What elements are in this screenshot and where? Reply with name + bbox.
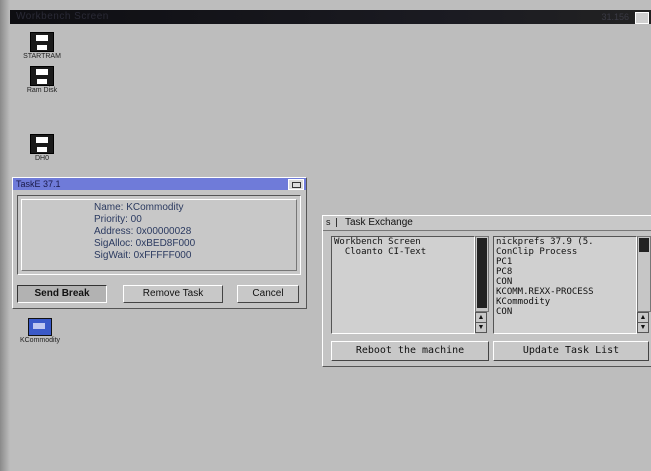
tasks-scrollbar[interactable] <box>637 236 651 312</box>
list-item[interactable]: PC1 <box>494 257 636 267</box>
send-break-button[interactable]: Send Break <box>17 285 107 303</box>
depth-gadget-icon[interactable] <box>288 179 304 190</box>
icon-label: Ram Disk <box>26 87 58 94</box>
close-gadget-icon[interactable]: s <box>326 218 337 227</box>
icon-dh0[interactable]: DH0 <box>12 134 72 162</box>
icon-label: DH0 <box>34 155 49 162</box>
taske-window: TaskE 37.1 Name: KCommodity Priority: 00… <box>12 177 307 309</box>
scroll-down-icon[interactable]: ▼ <box>637 322 649 333</box>
list-item[interactable]: CON <box>494 307 636 317</box>
task-exchange-window: s Task Exchange Workbench Screen Cloanto… <box>322 215 651 367</box>
list-item[interactable]: ConClip Process <box>494 247 636 257</box>
taske-title-bar[interactable]: TaskE 37.1 <box>13 178 306 190</box>
cancel-button[interactable]: Cancel <box>237 285 299 303</box>
depth-gadget-icon[interactable] <box>635 12 649 24</box>
list-item[interactable]: Workbench Screen <box>332 237 474 247</box>
floppy-disk-icon <box>30 66 54 86</box>
floppy-disk-icon <box>30 32 54 52</box>
scroll-knob[interactable] <box>477 238 487 308</box>
list-item[interactable]: CON <box>494 277 636 287</box>
task-address: Address: 0x00000028 <box>94 226 192 237</box>
icon-label: STARTRAM <box>23 53 61 60</box>
screens-list[interactable]: Workbench Screen Cloanto CI-Text <box>331 236 475 334</box>
task-info-panel: Name: KCommodity Priority: 00 Address: 0… <box>17 195 301 275</box>
list-item[interactable]: Cloanto CI-Text <box>332 247 474 257</box>
screen-title: Workbench Screen <box>16 11 109 22</box>
taske-title: TaskE 37.1 <box>16 179 61 189</box>
task-priority: Priority: 00 <box>94 214 142 225</box>
icon-label: KCommodity <box>19 337 61 344</box>
list-item[interactable]: KCommodity <box>494 297 636 307</box>
list-item[interactable]: KCOMM.REXX-PROCESS <box>494 287 636 297</box>
screen-edge-shadow <box>0 0 10 471</box>
screen-title-bar[interactable]: Workbench Screen 31.156 <box>10 10 651 24</box>
remove-task-button[interactable]: Remove Task <box>123 285 223 303</box>
list-item[interactable]: nickprefs 37.9 (5. <box>494 237 636 247</box>
reboot-button[interactable]: Reboot the machine <box>331 341 489 361</box>
task-sigalloc: SigAlloc: 0xBED8F000 <box>94 238 196 249</box>
task-exchange-title: Task Exchange <box>345 217 413 228</box>
update-task-list-button[interactable]: Update Task List <box>493 341 649 361</box>
icon-kcommodity[interactable]: KCommodity <box>10 318 70 344</box>
kcommodity-icon <box>28 318 52 336</box>
workbench-screen: Workbench Screen 31.156 STARTRAM Ram Dis… <box>0 0 651 471</box>
icon-startram[interactable]: STARTRAM <box>12 32 72 60</box>
icon-ramdisk[interactable]: Ram Disk <box>12 66 72 94</box>
task-sigwait: SigWait: 0xFFFFF000 <box>94 250 192 261</box>
task-name: Name: KCommodity <box>94 202 184 213</box>
floppy-disk-icon <box>30 134 54 154</box>
screen-version: 31.156 <box>601 12 629 22</box>
task-exchange-title-bar[interactable]: s Task Exchange <box>323 216 651 231</box>
scroll-down-icon[interactable]: ▼ <box>475 322 487 333</box>
screens-scrollbar[interactable] <box>475 236 489 312</box>
tasks-list[interactable]: nickprefs 37.9 (5. ConClip Process PC1 P… <box>493 236 637 334</box>
list-item[interactable]: PC8 <box>494 267 636 277</box>
scroll-knob[interactable] <box>639 238 649 252</box>
